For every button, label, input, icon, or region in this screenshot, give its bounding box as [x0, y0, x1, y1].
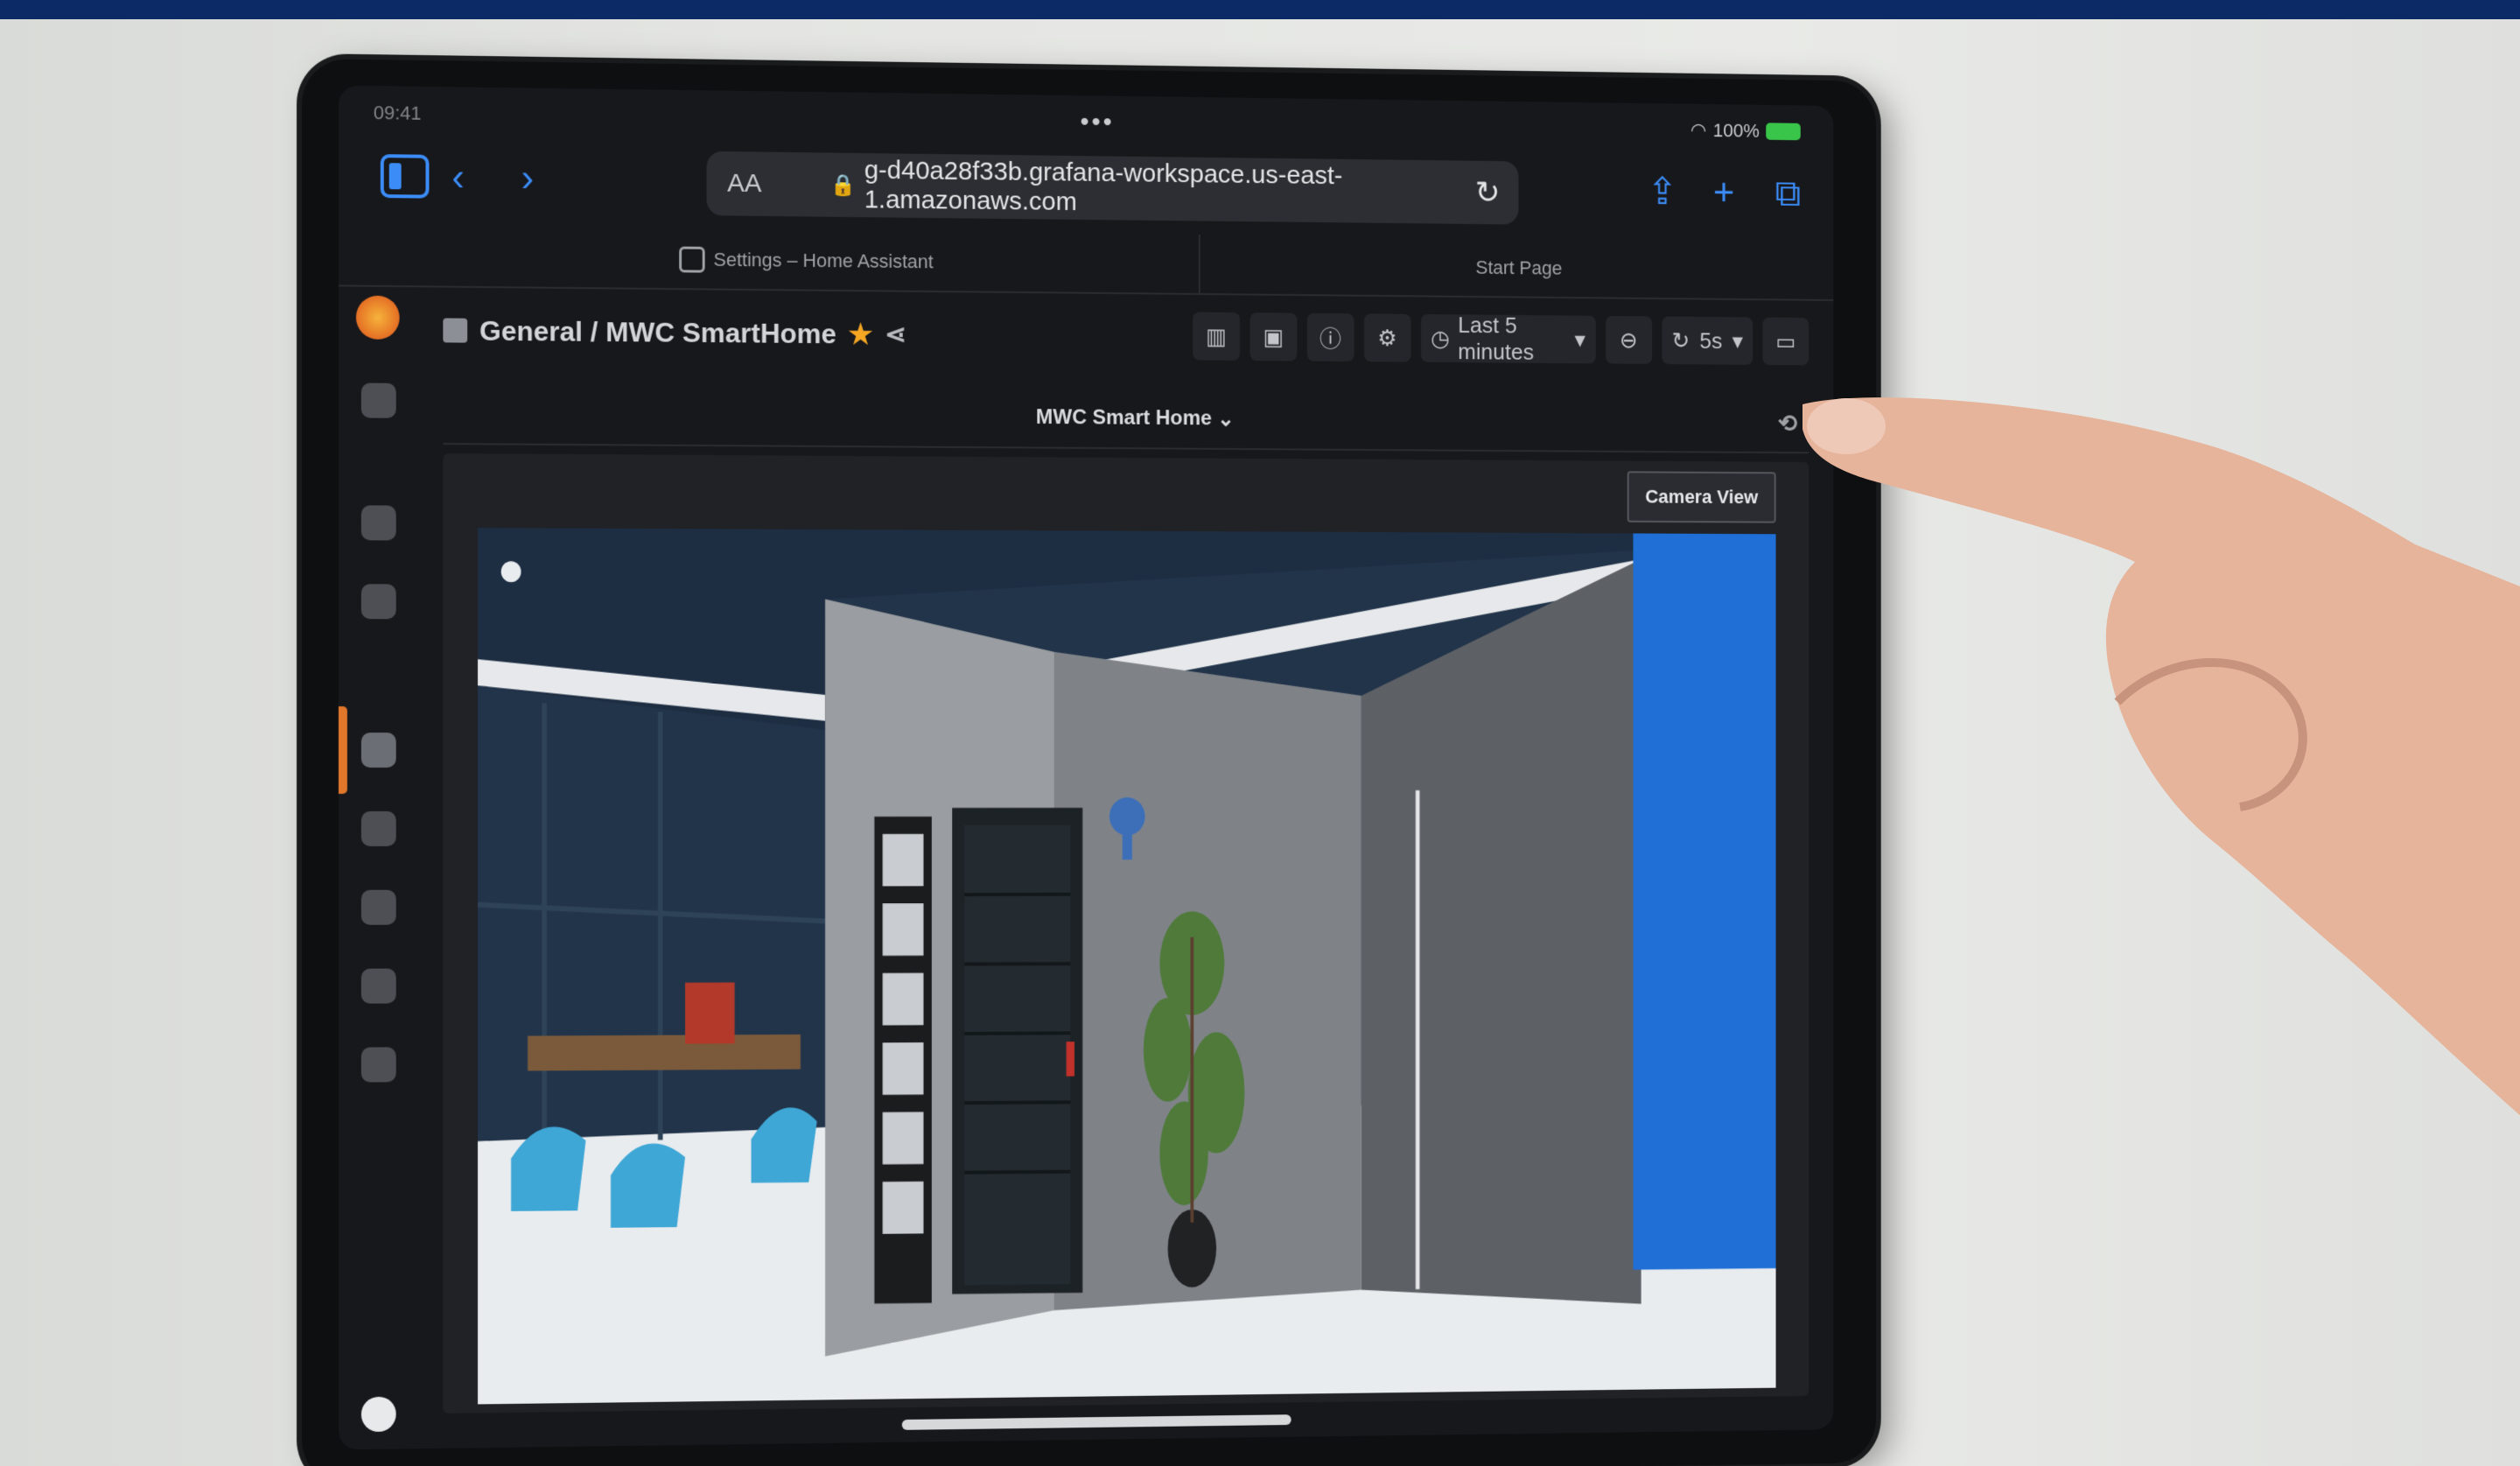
- dashboard-grid-icon: [443, 318, 468, 343]
- plus-icon[interactable]: +: [1713, 167, 1734, 219]
- chevron-right-icon[interactable]: ›: [522, 152, 535, 205]
- add-panel-button[interactable]: ▥: [1192, 312, 1240, 361]
- url-text[interactable]: g-d40a28f33b.grafana-workspace.us-east-1…: [864, 156, 1475, 221]
- battery-percent: 100%: [1712, 119, 1760, 142]
- tab-home-assistant[interactable]: Settings – Home Assistant: [408, 226, 1200, 295]
- chevron-down-icon: ▾: [1574, 326, 1586, 353]
- tab-label: Start Page: [1475, 256, 1563, 279]
- dashboard-variable-row: MWC Smart Home ⌄ ⟲: [443, 383, 1810, 454]
- clock-icon: ◷: [1431, 325, 1450, 351]
- tab-start-page[interactable]: Start Page: [1200, 235, 1834, 301]
- browser-toolbar: ‹ › AA 🔒 g-d40a28f33b.grafana-workspace.…: [365, 138, 1809, 233]
- monitor-icon[interactable]: ▭: [1762, 317, 1810, 366]
- address-bar[interactable]: AA 🔒 g-d40a28f33b.grafana-workspace.us-e…: [706, 151, 1519, 225]
- sidebar-config-icon[interactable]: [360, 968, 396, 1004]
- text-size-button[interactable]: AA: [727, 169, 779, 199]
- sidebar-dashboards-icon[interactable]: [360, 733, 396, 768]
- tab-strip: Settings – Home Assistant Start Page: [338, 225, 1834, 301]
- tablet-screen: 09:41 ••• ◠ 100% ‹ › AA 🔒 g-d40a28f33b.g…: [338, 85, 1834, 1450]
- tab-label: Settings – Home Assistant: [713, 248, 934, 273]
- photo-background: 09:41 ••• ◠ 100% ‹ › AA 🔒 g-d40a28f33b.g…: [0, 19, 2520, 1466]
- 3d-viewport[interactable]: [478, 527, 1776, 1405]
- sidebar-admin-icon[interactable]: [360, 1047, 396, 1083]
- sidebar-icon[interactable]: [380, 154, 430, 199]
- variable-dropdown[interactable]: MWC Smart Home: [1036, 405, 1212, 431]
- avatar[interactable]: [360, 1396, 396, 1433]
- chevron-left-icon[interactable]: ‹: [452, 151, 465, 204]
- dashboard-info-button[interactable]: ⓘ: [1306, 312, 1354, 362]
- tab-favicon-icon: [679, 246, 705, 273]
- dashboard-settings-button[interactable]: ⚙: [1363, 313, 1411, 362]
- share-icon[interactable]: ⇪: [1647, 166, 1677, 218]
- 3d-room-render: [478, 527, 1776, 1405]
- status-bar: 09:41 ••• ◠ 100%: [374, 102, 1801, 146]
- grafana-logo[interactable]: [355, 295, 400, 340]
- time-range-label: Last 5 minutes: [1458, 312, 1534, 365]
- home-indicator[interactable]: [901, 1414, 1292, 1430]
- hand-photo: [1801, 387, 2520, 1262]
- camera-view-button[interactable]: Camera View: [1627, 471, 1776, 523]
- chevron-down-icon: ▾: [1732, 327, 1743, 354]
- sidebar-search-icon[interactable]: [360, 382, 396, 418]
- zoom-out-icon[interactable]: ⊖: [1605, 315, 1652, 364]
- sidebar-alerting-icon[interactable]: [360, 889, 396, 925]
- 3d-scene-panel: Camera View: [443, 453, 1810, 1413]
- lock-icon: 🔒: [830, 172, 856, 197]
- save-dashboard-button[interactable]: ▣: [1250, 312, 1298, 361]
- time-range-picker[interactable]: ◷ Last 5 minutes ▾: [1420, 312, 1596, 365]
- sync-icon[interactable]: ⟲: [1778, 410, 1797, 438]
- status-time: 09:41: [373, 102, 422, 124]
- active-indicator: [338, 706, 347, 794]
- breadcrumb: General / MWC SmartHome ★ ⋖: [443, 313, 906, 350]
- sidebar-explore-icon[interactable]: [360, 810, 396, 846]
- grafana-sidebar: [338, 295, 417, 1449]
- sidebar-search-icon-2[interactable]: [360, 505, 396, 541]
- multitask-dots[interactable]: •••: [1080, 108, 1114, 137]
- wifi-icon: ◠: [1690, 119, 1707, 141]
- share-dashboard-icon[interactable]: ⋖: [885, 319, 906, 350]
- refresh-picker[interactable]: ↻ 5s ▾: [1662, 316, 1754, 365]
- chevron-down-icon: ⌄: [1211, 407, 1235, 431]
- star-icon[interactable]: ★: [849, 318, 873, 351]
- dashboard-toolbar: ▥ ▣ ⓘ ⚙ ◷ Last 5 minutes ▾ ⊖ ↻ 5s ▾ ▭: [1192, 312, 1810, 366]
- breadcrumb-text[interactable]: General / MWC SmartHome: [480, 314, 836, 349]
- refresh-interval: 5s: [1699, 327, 1723, 354]
- sidebar-add-icon[interactable]: [360, 584, 396, 620]
- refresh-icon: ↻: [1671, 326, 1690, 354]
- battery-icon: [1766, 123, 1801, 141]
- dashboard-header: General / MWC SmartHome ★ ⋖ ▥ ▣ ⓘ ⚙ ◷ La…: [443, 305, 1810, 386]
- tablet-device: 09:41 ••• ◠ 100% ‹ › AA 🔒 g-d40a28f33b.g…: [302, 59, 1877, 1466]
- tabs-icon[interactable]: ⧉: [1775, 168, 1802, 220]
- status-right: ◠ 100%: [1690, 119, 1801, 143]
- reload-icon[interactable]: ↻: [1475, 174, 1501, 210]
